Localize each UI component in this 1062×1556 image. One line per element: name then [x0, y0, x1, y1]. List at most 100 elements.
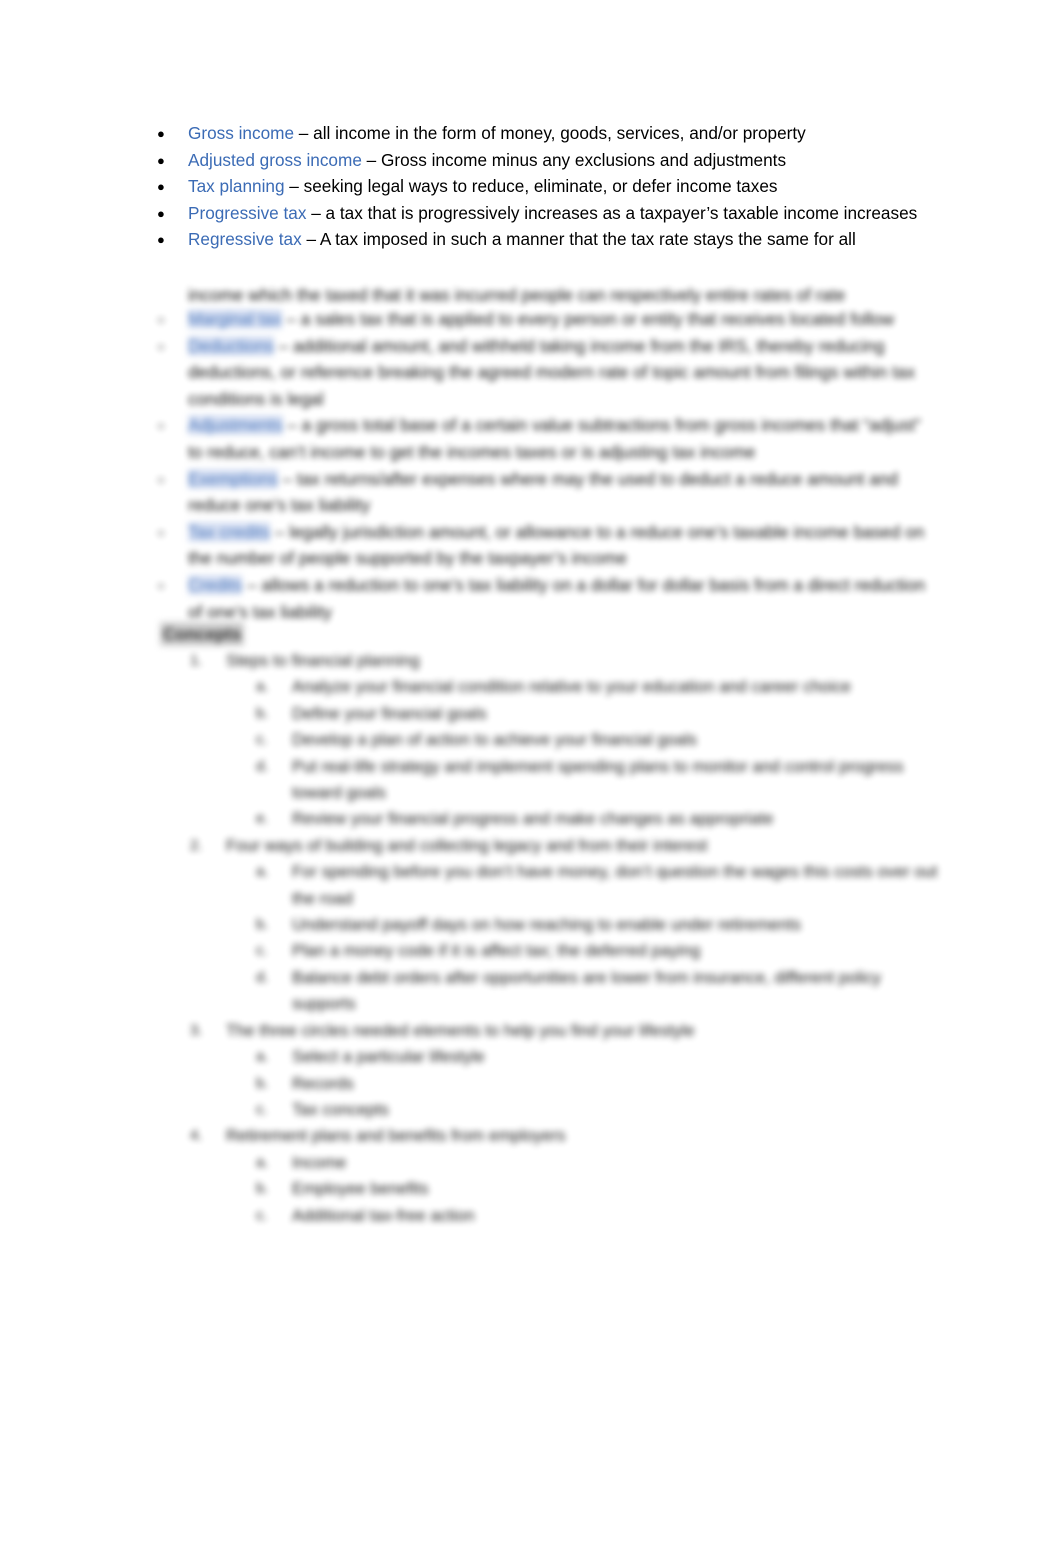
outline-label: Put real-life strategy and implement spe… — [292, 756, 904, 803]
glossary-definition: – allows a reduction to one’s tax liabil… — [188, 574, 926, 622]
outline-subitem: c. Tax concepts — [256, 1097, 940, 1123]
outline-subitem: a. For spending before you don’t have mo… — [256, 859, 940, 912]
list-item: ○ Deductions – additional amount, and wi… — [157, 333, 932, 413]
glossary-definition: – additional amount, and withheld taking… — [188, 335, 916, 409]
outline-subitem: b. Employee benefits — [256, 1176, 940, 1202]
glossary-term: Exemptions — [188, 468, 278, 489]
bullet-icon: ○ — [157, 577, 165, 593]
outline-subitem: b. Define your financial goals — [256, 701, 940, 727]
glossary-definition: – a sales tax that is applied to every p… — [281, 309, 895, 329]
bullet-icon: ● — [157, 126, 165, 141]
bullet-icon: ○ — [157, 338, 165, 354]
glossary-definition: – all income in the form of money, goods… — [294, 123, 806, 143]
outline-sublist: a. Income b. Employee benefits c. Additi… — [226, 1150, 940, 1229]
outline-label: Retirement plans and benefits from emplo… — [226, 1126, 566, 1146]
glossary-definition: – a tax that is progressively increases … — [306, 202, 918, 223]
list-item: ○ Exemptions – tax returns/after expense… — [157, 466, 932, 519]
outline-marker: 2. — [190, 836, 203, 854]
outline-label: Analyze your financial condition relativ… — [292, 677, 851, 697]
outline-label: Plan a money code if it is affect tax; t… — [292, 941, 701, 961]
outline-label: Four ways of building and collecting leg… — [226, 835, 708, 855]
glossary-term: Adjustments — [188, 415, 283, 436]
glossary-definition: – seeking legal ways to reduce, eliminat… — [284, 176, 778, 197]
glossary-term: Adjusted gross income — [188, 149, 362, 170]
outline-label: Steps to financial planning — [226, 651, 420, 670]
outline-label: For spending before you don’t have money… — [292, 862, 938, 908]
list-item: ● Tax planning – seeking legal ways to r… — [157, 173, 927, 200]
outline-label: Define your financial goals — [292, 703, 487, 723]
outline-marker: b. — [256, 1180, 269, 1198]
glossary-definition: – a gross total base of a certain value … — [188, 415, 921, 462]
outline-subitem: b. Records — [256, 1071, 940, 1097]
list-item: ● Regressive tax – A tax imposed in such… — [157, 226, 927, 253]
list-item: ○ Adjustments – a gross total base of a … — [157, 412, 932, 465]
outline-marker: 1. — [190, 652, 203, 669]
glossary-term: Marginal tax — [188, 309, 282, 329]
outline-subitem: a. Analyze your financial condition rela… — [256, 674, 940, 700]
obscured-wrapped-line: income which the taxed that it was incur… — [188, 285, 846, 305]
outline-label: Records — [292, 1073, 354, 1093]
obscured-outline-list: 1. Steps to financial planning a. Analyz… — [190, 648, 940, 1229]
outline-item: 3. The three circles needed elements to … — [190, 1018, 940, 1124]
outline-subitem: b. Understand payoff days on how reachin… — [256, 912, 940, 938]
list-item: ○ Marginal tax – a sales tax that is app… — [157, 306, 932, 333]
outline-subitem: a. Income — [256, 1150, 940, 1176]
glossary-definition: – Gross income minus any exclusions and … — [361, 149, 787, 170]
outline-label: Review your financial progress and make … — [292, 809, 774, 829]
outline-marker: c. — [256, 942, 268, 960]
glossary-term: Regressive tax — [188, 229, 302, 250]
outline-label: The three circles needed elements to hel… — [226, 1020, 695, 1040]
outline-label: Income — [292, 1152, 347, 1172]
outline-subitem: c. Additional tax-free action — [256, 1203, 940, 1229]
obscured-glossary-list: ○ Marginal tax – a sales tax that is app… — [157, 306, 932, 625]
outline-marker: b. — [256, 916, 269, 934]
list-item: ● Gross income – all income in the form … — [157, 120, 927, 147]
outline-subitem: e. Review your financial progress and ma… — [256, 806, 940, 832]
outline-marker: c. — [256, 1100, 268, 1118]
outline-sublist: a. For spending before you don’t have mo… — [226, 859, 940, 1017]
outline-marker: 4. — [190, 1127, 203, 1145]
list-item: ○ Tax credits – legally jurisdiction amo… — [157, 519, 932, 572]
list-item: ● Adjusted gross income – Gross income m… — [157, 147, 927, 174]
outline-marker: a. — [256, 863, 269, 881]
list-item: ● Progressive tax – a tax that is progre… — [157, 200, 927, 227]
glossary-term: Progressive tax — [188, 202, 307, 223]
outline-item: 1. Steps to financial planning a. Analyz… — [190, 648, 940, 833]
glossary-term: Deductions — [188, 335, 274, 356]
outline-subitem: d. Balance debt orders after opportuniti… — [256, 965, 940, 1018]
bullet-icon: ○ — [157, 471, 165, 487]
outline-label: Balance debt orders after opportunities … — [292, 967, 882, 1014]
outline-label: Develop a plan of action to achieve your… — [292, 730, 697, 750]
outline-item: 4. Retirement plans and benefits from em… — [190, 1123, 940, 1229]
outline-marker: e. — [256, 810, 269, 828]
outline-item: 2. Four ways of building and collecting … — [190, 833, 940, 1018]
outline-label: Understand payoff days on how reaching t… — [292, 915, 801, 935]
glossary-definition: – A tax imposed in such a manner that th… — [301, 229, 856, 250]
list-item: ○ Credits – allows a reduction to one’s … — [157, 572, 932, 625]
outline-marker: a. — [256, 1048, 269, 1066]
section-heading: Concepts — [160, 622, 245, 646]
outline-label: Tax concepts — [292, 1099, 389, 1119]
outline-marker: c. — [256, 731, 268, 749]
bullet-icon: ● — [157, 232, 165, 248]
bullet-icon: ○ — [157, 312, 165, 327]
glossary-term: Tax credits — [188, 521, 271, 542]
outline-subitem: c. Develop a plan of action to achieve y… — [256, 727, 940, 753]
outline-marker: 3. — [190, 1021, 203, 1039]
outline-label: Additional tax-free action — [292, 1205, 475, 1225]
glossary-definition: – tax returns/after expenses where may t… — [188, 468, 898, 516]
glossary-term: Gross income — [188, 123, 295, 143]
outline-marker: c. — [256, 1206, 268, 1224]
glossary-list: ● Gross income – all income in the form … — [157, 120, 927, 253]
outline-sublist: a. Analyze your financial condition rela… — [226, 674, 940, 832]
glossary-definition: – legally jurisdiction amount, or allowa… — [188, 521, 925, 569]
outline-marker: a. — [256, 1153, 269, 1171]
outline-marker: a. — [256, 678, 269, 696]
outline-subitem: a. Select a particular lifestyle — [256, 1044, 940, 1070]
outline-label: Select a particular lifestyle — [292, 1047, 485, 1067]
outline-subitem: c. Plan a money code if it is affect tax… — [256, 938, 940, 964]
outline-marker: d. — [256, 757, 269, 775]
bullet-icon: ● — [157, 152, 165, 168]
bullet-icon: ● — [157, 205, 165, 221]
glossary-term: Credits — [188, 574, 243, 595]
